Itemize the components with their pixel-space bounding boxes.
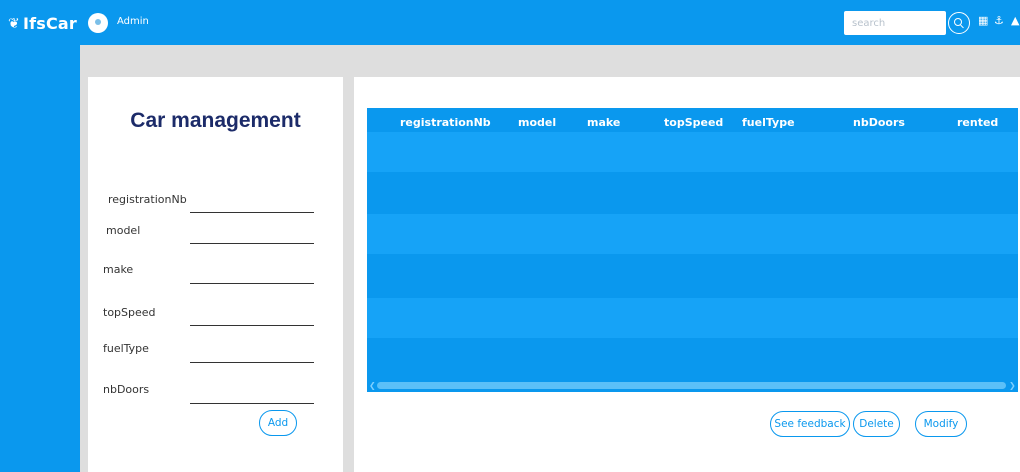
horizontal-scrollbar[interactable]: ❮ ❯ (367, 379, 1018, 392)
grid-icon[interactable]: ▦ (978, 14, 988, 27)
table-row[interactable] (367, 214, 1018, 254)
input-make[interactable] (190, 283, 314, 284)
app-logo-text: IfsCar (22, 14, 78, 33)
label-make: make (103, 263, 134, 276)
column-header-nbDoors[interactable]: nbDoors (853, 116, 905, 129)
scroll-left-icon[interactable]: ❮ (369, 381, 376, 390)
car-form-panel: Car management registrationNb model make… (88, 77, 343, 472)
user-name: Admin (117, 16, 149, 27)
search-icon (954, 18, 962, 26)
label-fuelType: fuelType (103, 342, 149, 355)
anchor-icon[interactable]: ⚓ (994, 14, 1004, 27)
avatar[interactable] (88, 13, 108, 33)
table-row[interactable] (367, 340, 1018, 380)
table-row[interactable] (367, 132, 1018, 172)
sidebar (0, 0, 80, 472)
add-button[interactable]: Add (259, 410, 297, 436)
label-topSpeed: topSpeed (103, 306, 156, 319)
input-fuelType[interactable] (190, 362, 314, 363)
car-logo-icon: ❦ (8, 15, 20, 32)
table-row[interactable] (367, 298, 1018, 338)
search-button[interactable] (948, 12, 970, 34)
label-registrationNb: registrationNb (108, 193, 187, 206)
search-input[interactable] (844, 11, 946, 35)
column-header-model[interactable]: model (518, 116, 556, 129)
top-bar: Admin ▦ ⚓ ▲ (80, 0, 1020, 45)
column-header-topSpeed[interactable]: topSpeed (664, 116, 723, 129)
table-row[interactable] (367, 256, 1018, 296)
table-row[interactable] (367, 172, 1018, 212)
column-header-registrationNb[interactable]: registrationNb (400, 116, 491, 129)
input-model[interactable] (190, 243, 314, 244)
modify-button[interactable]: Modify (915, 411, 967, 437)
column-header-rented[interactable]: rented (957, 116, 998, 129)
scroll-right-icon[interactable]: ❯ (1009, 381, 1016, 390)
car-table: registrationNb model make topSpeed fuelT… (367, 108, 1018, 392)
input-registrationNb[interactable] (190, 212, 314, 213)
label-model: model (106, 224, 141, 237)
see-feedback-button[interactable]: See feedback (770, 411, 850, 437)
app-logo[interactable]: ❦ IfsCar (8, 14, 77, 33)
delete-button[interactable]: Delete (853, 411, 900, 437)
scrollbar-thumb[interactable] (377, 382, 1006, 389)
person-icon[interactable]: ▲ (1011, 14, 1019, 27)
column-header-fuelType[interactable]: fuelType (742, 116, 795, 129)
column-header-make[interactable]: make (587, 116, 620, 129)
user-icon (95, 19, 101, 25)
label-nbDoors: nbDoors (103, 383, 150, 396)
input-topSpeed[interactable] (190, 325, 314, 326)
form-title: Car management (130, 109, 301, 132)
input-nbDoors[interactable] (190, 403, 314, 404)
